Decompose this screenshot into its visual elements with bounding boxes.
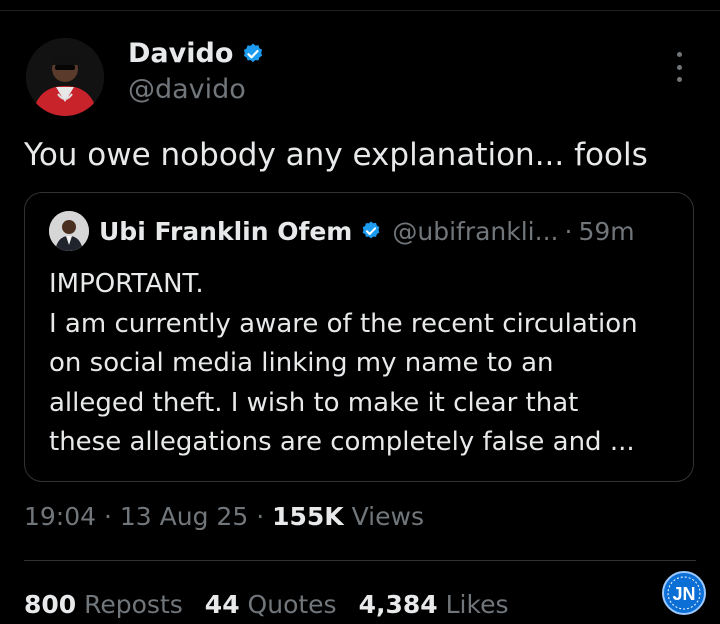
- avatar-image: [26, 38, 104, 116]
- quoted-avatar-image: [49, 211, 89, 251]
- tweet-time[interactable]: 19:04: [24, 502, 96, 531]
- quoted-line: I am currently aware of the recent circu…: [49, 308, 638, 339]
- quoted-author-handle: @ubifrankli...: [392, 216, 559, 246]
- reposts-stat[interactable]: 800 Reposts: [24, 590, 183, 619]
- author-handle[interactable]: @davido: [128, 74, 246, 105]
- views-label: Views: [351, 502, 424, 531]
- verified-badge-icon: [244, 43, 263, 62]
- reposts-count: 800: [24, 590, 77, 619]
- likes-label: Likes: [445, 590, 509, 619]
- quoted-line: on social media linking my name to an: [49, 348, 554, 378]
- quoted-author-name: Ubi Franklin Ofem: [99, 216, 353, 246]
- quoted-verified-badge-icon: [363, 221, 380, 239]
- quoted-timestamp: 59m: [578, 216, 635, 246]
- quoted-line: these allegations are completely false a…: [49, 427, 635, 457]
- meta-separator: ·: [104, 502, 112, 531]
- quotes-stat[interactable]: 44 Quotes: [205, 590, 337, 619]
- quoted-tweet-card[interactable]: Ubi Franklin Ofem @ubifrankli... · 59m I…: [24, 192, 694, 482]
- quoted-line: IMPORTANT.: [49, 269, 204, 299]
- top-divider: [0, 10, 720, 11]
- reposts-label: Reposts: [84, 590, 183, 619]
- views-count: 155K: [272, 502, 344, 531]
- watermark-logo-icon: JN: [662, 571, 706, 615]
- engagement-stats: 800 Reposts 44 Quotes 4,384 Likes: [24, 590, 508, 619]
- tweet-text: You owe nobody any explanation... fools: [24, 137, 648, 173]
- author-avatar[interactable]: [26, 38, 104, 116]
- tweet-date[interactable]: 13 Aug 25: [120, 502, 248, 531]
- likes-count: 4,384: [358, 590, 438, 619]
- quoted-tweet-header: Ubi Franklin Ofem @ubifrankli... · 59m: [49, 211, 635, 251]
- more-options-icon[interactable]: [672, 52, 686, 82]
- author-display-name[interactable]: Davido: [128, 38, 233, 69]
- quotes-count: 44: [204, 590, 240, 619]
- author-name-row: Davido: [128, 38, 265, 69]
- likes-stat[interactable]: 4,384 Likes: [359, 590, 509, 619]
- tweet-meta: 19:04 · 13 Aug 25 · 155K Views: [24, 502, 424, 531]
- quoted-separator: ·: [564, 216, 573, 246]
- stats-divider: [24, 560, 696, 561]
- quotes-label: Quotes: [247, 590, 337, 619]
- quoted-line: alleged theft. I wish to make it clear t…: [49, 387, 579, 418]
- watermark-text: JN: [672, 584, 695, 604]
- meta-separator: ·: [256, 502, 265, 531]
- quoted-author-avatar: [49, 211, 89, 251]
- quoted-tweet-body: IMPORTANT. I am currently aware of the r…: [49, 265, 689, 463]
